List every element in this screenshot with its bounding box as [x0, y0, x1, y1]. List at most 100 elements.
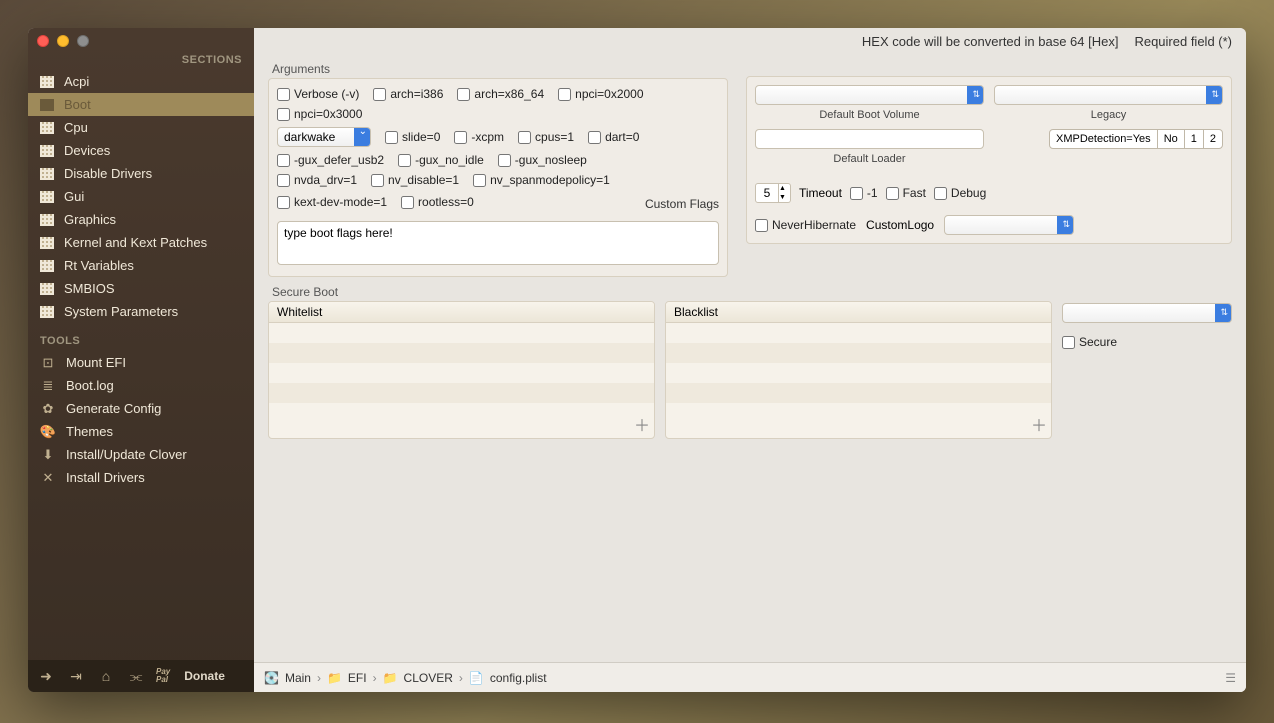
chk-kext-dev-mode[interactable]: kext-dev-mode=1 — [277, 195, 387, 209]
sidebar-item-system-parameters[interactable]: System Parameters — [28, 300, 254, 323]
blacklist-add-button[interactable]: ＋ — [1031, 412, 1047, 436]
export-icon[interactable]: ⇥ — [66, 666, 86, 686]
sidebar-item-smbios[interactable]: SMBIOS — [28, 277, 254, 300]
chk-nv-disable[interactable]: nv_disable=1 — [371, 173, 459, 187]
chk-secure[interactable]: Secure — [1062, 335, 1232, 349]
grid-icon — [40, 237, 54, 249]
grid-icon — [40, 260, 54, 272]
minimize-icon[interactable] — [57, 35, 69, 47]
chk-xcpm[interactable]: -xcpm — [454, 130, 504, 144]
bc-efi[interactable]: EFI — [348, 671, 367, 685]
login-icon[interactable]: ➜ — [36, 666, 56, 686]
chk-arch-x86-64[interactable]: arch=x86_64 — [457, 87, 544, 101]
sidebar: SECTIONS Acpi Boot Cpu Devices Disable D… — [28, 28, 254, 692]
sidebar-item-cpu[interactable]: Cpu — [28, 116, 254, 139]
tool-install-drivers[interactable]: ✕Install Drivers — [28, 466, 254, 489]
chk-nv-spanmode[interactable]: nv_spanmodepolicy=1 — [473, 173, 610, 187]
breadcrumb: 💽 Main › 📁 EFI › 📁 CLOVER › 📄 config.pli… — [254, 662, 1246, 692]
tool-boot-log[interactable]: ≣Boot.log — [28, 374, 254, 397]
chk-rootless[interactable]: rootless=0 — [401, 195, 474, 209]
default-volume-select[interactable] — [755, 85, 984, 105]
default-loader-input[interactable] — [755, 129, 984, 149]
tool-install-clover[interactable]: ⬇Install/Update Clover — [28, 443, 254, 466]
sidebar-item-acpi[interactable]: Acpi — [28, 70, 254, 93]
app-window: SECTIONS Acpi Boot Cpu Devices Disable D… — [28, 28, 1246, 692]
custom-logo-label: CustomLogo — [866, 218, 934, 232]
paypal-icon: PayPal — [156, 668, 170, 684]
whitelist-add-button[interactable]: ＋ — [634, 412, 650, 436]
grid-icon — [40, 214, 54, 226]
chevron-right-icon: › — [373, 671, 377, 685]
grid-icon — [40, 122, 54, 134]
chk-fast[interactable]: Fast — [886, 186, 926, 200]
chk-verbose[interactable]: Verbose (-v) — [277, 87, 359, 101]
sidebar-bottom-bar: ➜ ⇥ ⌂ ⫘ PayPal Donate — [28, 660, 254, 692]
close-icon[interactable] — [37, 35, 49, 47]
default-volume-label: Default Boot Volume — [755, 109, 984, 121]
titlebar — [28, 28, 254, 54]
sidebar-item-gui[interactable]: Gui — [28, 185, 254, 208]
arguments-label: Arguments — [272, 62, 736, 76]
chevron-right-icon: › — [317, 671, 321, 685]
grid-icon — [40, 191, 54, 203]
xmp-detection-segment[interactable]: XMPDetection=Yes No 1 2 — [1049, 129, 1223, 149]
bc-config[interactable]: config.plist — [490, 671, 547, 685]
tool-mount-efi[interactable]: ⊡Mount EFI — [28, 351, 254, 374]
timeout-stepper[interactable]: ▲▼ — [755, 183, 791, 203]
required-note: Required field (*) — [1134, 34, 1232, 49]
sidebar-item-devices[interactable]: Devices — [28, 139, 254, 162]
chk-minus1[interactable]: -1 — [850, 186, 878, 200]
top-info-bar: HEX code will be converted in base 64 [H… — [254, 28, 1246, 54]
plist-icon: 📄 — [469, 671, 484, 685]
legacy-label: Legacy — [994, 109, 1223, 121]
home-icon[interactable]: ⌂ — [96, 666, 116, 686]
chk-npci-3000[interactable]: npci=0x3000 — [277, 107, 362, 121]
whitelist-header: Whitelist — [269, 302, 654, 323]
chk-arch-i386[interactable]: arch=i386 — [373, 87, 443, 101]
tools-header: TOOLS — [28, 323, 254, 351]
main-content: HEX code will be converted in base 64 [H… — [254, 28, 1246, 692]
custom-logo-select[interactable] — [944, 215, 1074, 235]
folder-icon: 📁 — [383, 671, 398, 685]
chk-debug[interactable]: Debug — [934, 186, 986, 200]
timeout-label: Timeout — [799, 186, 842, 200]
disk-icon: 💽 — [264, 671, 279, 685]
sidebar-item-rt-variables[interactable]: Rt Variables — [28, 254, 254, 277]
hamburger-icon[interactable]: ☰ — [1225, 671, 1236, 685]
sidebar-item-disable-drivers[interactable]: Disable Drivers — [28, 162, 254, 185]
bc-clover[interactable]: CLOVER — [404, 671, 453, 685]
blacklist-box[interactable]: Blacklist ＋ — [665, 301, 1052, 439]
sidebar-item-kernel[interactable]: Kernel and Kext Patches — [28, 231, 254, 254]
chk-npci-2000[interactable]: npci=0x2000 — [558, 87, 643, 101]
tool-generate-config[interactable]: ✿Generate Config — [28, 397, 254, 420]
sidebar-item-graphics[interactable]: Graphics — [28, 208, 254, 231]
whitelist-box[interactable]: Whitelist ＋ — [268, 301, 655, 439]
secure-boot-select[interactable] — [1062, 303, 1232, 323]
share-icon[interactable]: ⫘ — [126, 666, 146, 686]
legacy-select[interactable] — [994, 85, 1223, 105]
sidebar-item-boot[interactable]: Boot — [28, 93, 254, 116]
hex-note: HEX code will be converted in base 64 [H… — [862, 34, 1119, 49]
chk-slide[interactable]: slide=0 — [385, 130, 440, 144]
grid-icon — [40, 283, 54, 295]
chk-never-hibernate[interactable]: NeverHibernate — [755, 218, 856, 232]
custom-flags-label: Custom Flags — [645, 197, 719, 211]
zoom-icon[interactable] — [77, 35, 89, 47]
tool-themes[interactable]: 🎨Themes — [28, 420, 254, 443]
secure-boot-label: Secure Boot — [272, 285, 1232, 299]
bc-main[interactable]: Main — [285, 671, 311, 685]
darkwake-select[interactable]: darkwake — [277, 127, 371, 147]
palette-icon: 🎨 — [40, 425, 56, 439]
download-icon: ⬇ — [40, 448, 56, 462]
disk-icon: ⊡ — [40, 356, 56, 370]
chk-gux-nosleep[interactable]: -gux_nosleep — [498, 153, 587, 167]
chk-nvda-drv[interactable]: nvda_drv=1 — [277, 173, 357, 187]
chk-gux-no-idle[interactable]: -gux_no_idle — [398, 153, 484, 167]
chk-cpus[interactable]: cpus=1 — [518, 130, 574, 144]
chk-gux-defer[interactable]: -gux_defer_usb2 — [277, 153, 384, 167]
donate-button[interactable]: Donate — [184, 669, 225, 683]
custom-flags-input[interactable] — [277, 221, 719, 265]
gear-icon: ✿ — [40, 402, 56, 416]
grid-icon — [40, 99, 54, 111]
chk-dart[interactable]: dart=0 — [588, 130, 639, 144]
